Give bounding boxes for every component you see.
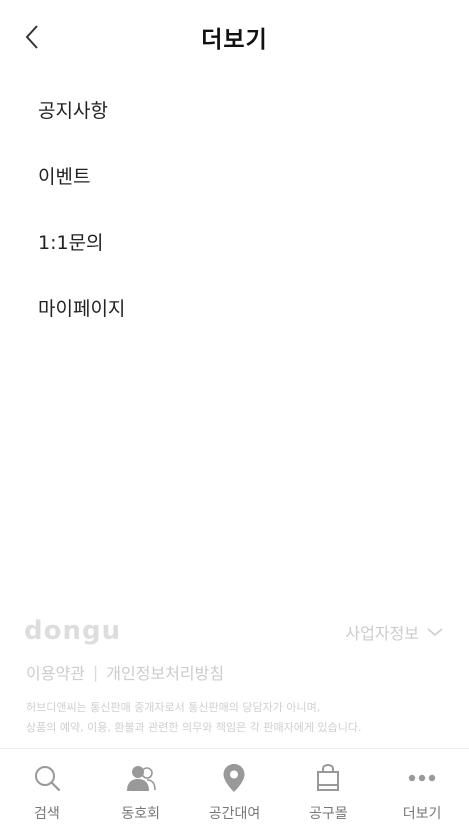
privacy-link[interactable]: 개인정보처리방침 bbox=[106, 660, 224, 684]
tab-label: 검색 bbox=[34, 806, 60, 822]
business-info-label: 사업자정보 bbox=[345, 624, 419, 643]
tab-search[interactable]: 검색 bbox=[0, 749, 94, 835]
legal-notice: 허브디앤씨는 통신판매 중개자로서 통신판매의 당담자가 아니며, 상품의 예약… bbox=[26, 698, 446, 738]
menu-list: 공지사항 이벤트 1:1문의 마이페이지 bbox=[0, 76, 469, 340]
menu-item-notice[interactable]: 공지사항 bbox=[0, 76, 469, 142]
page-title: 더보기 bbox=[201, 27, 268, 53]
location-pin-icon bbox=[223, 764, 245, 792]
business-info-toggle[interactable]: 사업자정보 bbox=[345, 620, 443, 644]
shopping-bag-icon bbox=[317, 764, 340, 791]
tab-shop[interactable]: 공구몰 bbox=[281, 749, 375, 835]
chevron-down-icon bbox=[427, 628, 443, 636]
tab-label: 더보기 bbox=[402, 806, 442, 822]
bottom-tab-bar: 검색 동호회 공간대여 공구몰 더보기 bbox=[0, 748, 469, 835]
tab-label: 공구몰 bbox=[308, 806, 348, 822]
notice-line-2: 상품의 예약, 이용, 환불과 관련한 의무와 책임은 각 판매자에게 있습니다… bbox=[26, 721, 362, 734]
terms-link[interactable]: 이용약관 bbox=[26, 660, 85, 684]
search-icon bbox=[34, 766, 60, 792]
brand-logo: dongu bbox=[24, 616, 122, 646]
footer-links: 이용약관 | 개인정보처리방침 bbox=[26, 660, 224, 684]
menu-item-inquiry[interactable]: 1:1문의 bbox=[0, 208, 469, 274]
tab-club[interactable]: 동호회 bbox=[94, 749, 188, 835]
more-dots-icon bbox=[408, 774, 436, 782]
notice-line-1: 허브디앤씨는 통신판매 중개자로서 통신판매의 당담자가 아니며, bbox=[26, 701, 321, 714]
tab-space-rental[interactable]: 공간대여 bbox=[188, 749, 282, 835]
link-divider: | bbox=[92, 662, 99, 682]
tab-more[interactable]: 더보기 bbox=[375, 749, 469, 835]
header: 더보기 bbox=[0, 0, 469, 72]
menu-item-mypage[interactable]: 마이페이지 bbox=[0, 274, 469, 340]
tab-label: 공간대여 bbox=[208, 806, 261, 822]
people-icon bbox=[126, 766, 156, 791]
menu-item-event[interactable]: 이벤트 bbox=[0, 142, 469, 208]
tab-label: 동호회 bbox=[121, 806, 161, 822]
